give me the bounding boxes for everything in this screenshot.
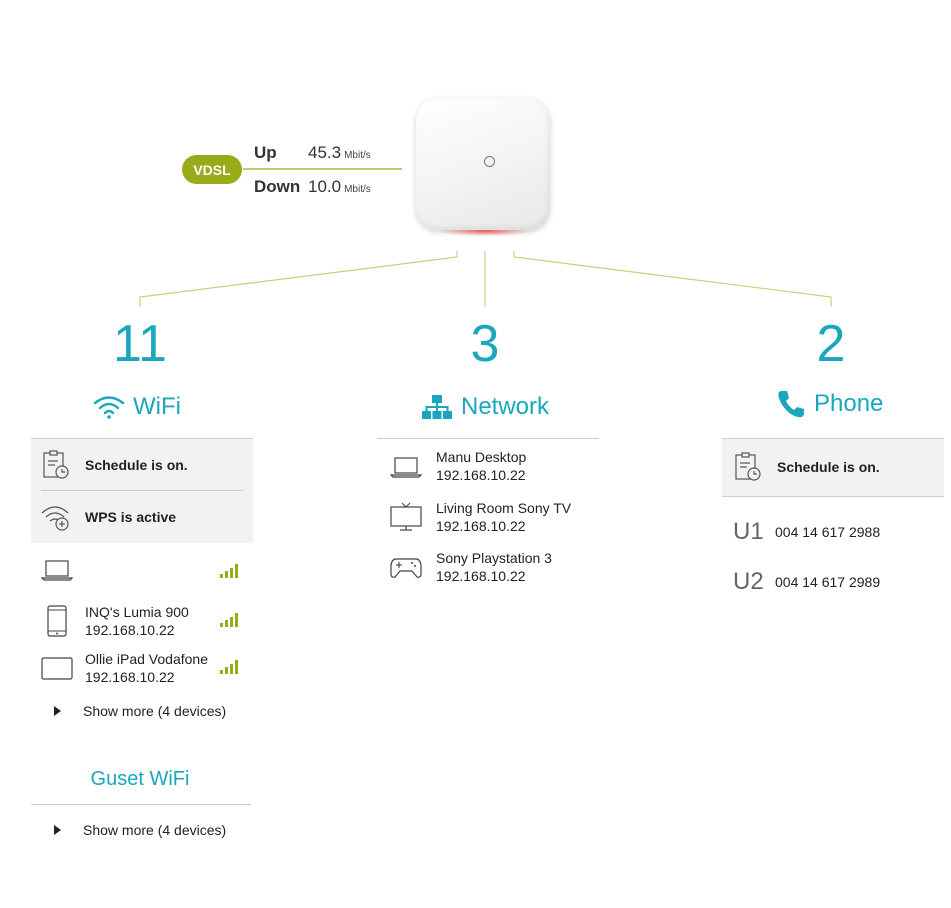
wifi-device-row[interactable] (31, 552, 253, 588)
wps-icon (41, 505, 69, 531)
network-device-ip: 192.168.10.22 (436, 467, 526, 483)
wifi-device-name: INQ's Lumia 900 (85, 604, 189, 620)
wifi-section-title[interactable]: WiFi (93, 393, 181, 421)
schedule-icon (43, 449, 69, 479)
network-section-title[interactable]: Network (421, 393, 549, 421)
wifi-wps-status: WPS is active (85, 508, 177, 525)
phone-line-label: U2 (733, 568, 764, 595)
wifi-device-count[interactable]: 11 (90, 318, 190, 370)
signal-strength-icon (220, 611, 238, 627)
wifi-schedule-status: Schedule is on. (85, 456, 188, 473)
wifi-device-name: Ollie iPad Vodafone (85, 651, 208, 667)
wifi-device-row[interactable]: INQ's Lumia 900 192.168.10.22 (31, 601, 253, 641)
laptop-icon (390, 457, 422, 478)
laptop-icon (41, 560, 73, 581)
download-speed: 10.0 Mbit/s (308, 177, 371, 197)
phone-line-row[interactable]: U2 004 14 617 2989 (733, 568, 880, 596)
phone-line-count[interactable]: 2 (781, 318, 881, 370)
download-speed-unit: Mbit/s (344, 184, 371, 195)
tv-icon (390, 502, 422, 531)
upload-speed: 45.3 Mbit/s (308, 143, 371, 163)
guest-wifi-show-more-button[interactable]: Show more (4 devices) (54, 822, 226, 838)
network-device-name: Manu Desktop (436, 449, 527, 465)
upload-label: Up (254, 143, 277, 162)
gamepad-icon (390, 558, 422, 578)
network-device-name: Living Room Sony TV (436, 500, 572, 516)
wifi-device-row[interactable]: Ollie iPad Vodafone 192.168.10.22 (31, 650, 253, 690)
smartphone-icon (47, 605, 67, 637)
network-icon (422, 395, 452, 419)
upload-speed-unit: Mbit/s (344, 150, 371, 161)
wifi-title-label: WiFi (133, 393, 181, 420)
network-divider (377, 438, 599, 439)
wifi-show-more-label: Show more (4 devices) (83, 703, 227, 719)
download-label: Down (254, 177, 301, 196)
network-device-row[interactable]: Living Room Sony TV 192.168.10.22 (377, 499, 599, 539)
network-device-ip: 192.168.10.22 (436, 518, 526, 534)
signal-strength-icon (220, 658, 238, 674)
vdsl-badge: VDSL (182, 155, 242, 184)
phone-line-row[interactable]: U1 004 14 617 2988 (733, 518, 880, 546)
network-device-row[interactable]: Manu Desktop 192.168.10.22 (377, 448, 599, 488)
phone-line-label: U1 (733, 518, 764, 545)
guest-wifi-divider (31, 804, 251, 805)
upload-speed-value: 45.3 (308, 143, 342, 162)
download-speed-value: 10.0 (308, 177, 342, 196)
network-device-count[interactable]: 3 (435, 318, 535, 370)
network-device-ip: 192.168.10.22 (436, 568, 526, 584)
wifi-device-ip: 192.168.10.22 (85, 622, 175, 638)
wifi-schedule-row[interactable]: Schedule is on. (31, 439, 253, 490)
router-logo-icon (484, 156, 495, 167)
wifi-device-ip: 192.168.10.22 (85, 669, 175, 685)
tablet-icon (41, 657, 73, 680)
phone-title-label: Phone (814, 390, 884, 417)
phone-schedule-status: Schedule is on. (777, 459, 880, 475)
guest-wifi-show-more-label: Show more (4 devices) (83, 822, 227, 838)
router-image[interactable] (416, 98, 550, 230)
network-device-name: Sony Playstation 3 (436, 550, 552, 566)
network-title-label: Network (461, 393, 550, 420)
wifi-show-more-button[interactable]: Show more (4 devices) (54, 703, 226, 719)
guest-wifi-title[interactable]: Guset WiFi (31, 768, 249, 791)
signal-strength-icon (220, 562, 238, 578)
phone-section-title[interactable]: Phone (776, 389, 883, 419)
phone-icon (778, 391, 804, 418)
phone-line-number: 004 14 617 2988 (775, 524, 881, 540)
expand-arrow-icon (54, 706, 61, 716)
network-device-row[interactable]: Sony Playstation 3 192.168.10.22 (377, 549, 599, 589)
schedule-icon (735, 452, 761, 481)
phone-line-number: 004 14 617 2989 (775, 574, 881, 590)
wifi-status-panel: Schedule is on. WPS is active (31, 438, 253, 543)
phone-schedule-row[interactable]: Schedule is on. (722, 439, 944, 495)
phone-status-panel: Schedule is on. (722, 438, 944, 497)
wifi-icon (93, 396, 125, 419)
expand-arrow-icon (54, 825, 61, 835)
wifi-wps-row[interactable]: WPS is active (31, 491, 253, 542)
